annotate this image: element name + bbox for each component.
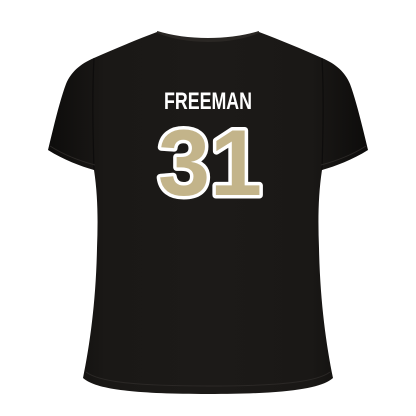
tshirt-back-illustration: FREEMAN 31 31 — [48, 31, 368, 394]
player-number: 31 — [158, 110, 262, 215]
product-image: FREEMAN 31 31 — [0, 0, 416, 416]
